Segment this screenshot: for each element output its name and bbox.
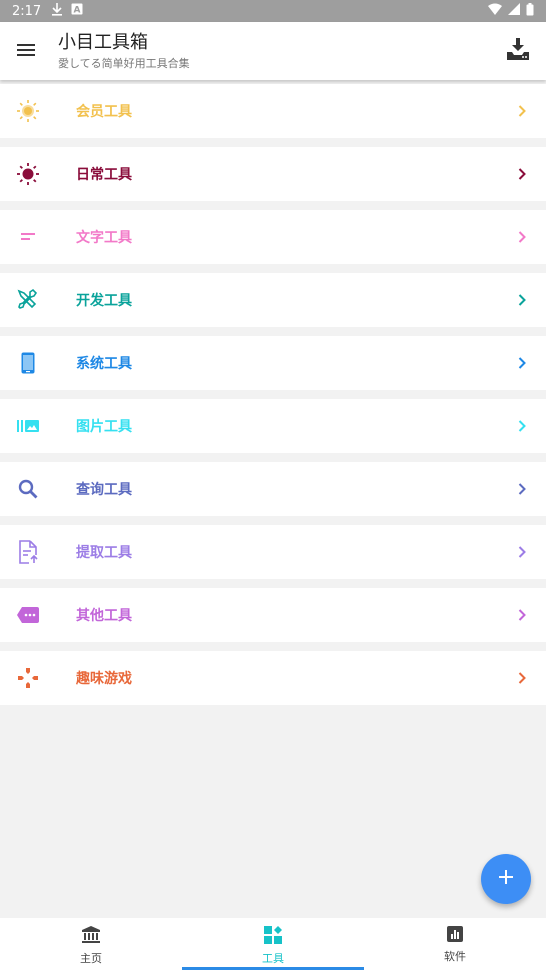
nav-label: 软件: [444, 950, 466, 963]
list-item-label: 会员工具: [76, 104, 132, 120]
chevron-right-icon: [518, 651, 526, 705]
download-status-icon: [51, 2, 63, 20]
wifi-icon: [488, 3, 502, 19]
chart-icon: [447, 926, 463, 946]
chevron-right-icon: [518, 273, 526, 327]
list-item-label: 查询工具: [76, 482, 132, 498]
short-text-icon: [0, 210, 56, 264]
nav-item-tools[interactable]: 工具: [182, 918, 364, 970]
list-item-text-tools[interactable]: 文字工具: [0, 210, 546, 264]
chevron-right-icon: [518, 84, 526, 138]
menu-button[interactable]: [0, 22, 52, 80]
list-item-label: 系统工具: [76, 356, 132, 372]
plus-icon: [498, 869, 514, 889]
svg-text:A: A: [74, 6, 81, 16]
list-item-daily-tools[interactable]: 日常工具: [0, 147, 546, 201]
list-item-label: 其他工具: [76, 608, 132, 624]
list-item-label: 开发工具: [76, 293, 132, 309]
chevron-right-icon: [518, 147, 526, 201]
sun-filled-icon: [0, 147, 56, 201]
nav-label: 工具: [262, 952, 284, 965]
list-item-system-tools[interactable]: 系统工具: [0, 336, 546, 390]
page-title: 小目工具箱: [58, 31, 148, 53]
list-item-query-tools[interactable]: 查询工具: [0, 462, 546, 516]
list-item-member-tools[interactable]: 会员工具: [0, 84, 546, 138]
sun-outline-icon: [0, 84, 56, 138]
bank-icon: [82, 926, 100, 948]
list-item-extract-tools[interactable]: 提取工具: [0, 525, 546, 579]
signal-icon: [508, 3, 520, 19]
tools-icon: [0, 273, 56, 327]
download-button[interactable]: [490, 22, 546, 80]
battery-icon: [526, 2, 534, 20]
file-upload-icon: [0, 525, 56, 579]
chevron-right-icon: [518, 588, 526, 642]
list-item-dev-tools[interactable]: 开发工具: [0, 273, 546, 327]
download-icon: [507, 38, 529, 64]
list-item-label: 文字工具: [76, 230, 132, 246]
chevron-right-icon: [518, 462, 526, 516]
chevron-right-icon: [518, 210, 526, 264]
label-more-icon: [0, 588, 56, 642]
tool-list: 会员工具 日常工具 文字工具 开发工具 系统工具 图片工具 查询工具 提取工具 …: [0, 84, 546, 714]
widgets-icon: [264, 926, 282, 948]
gamepad-icon: [0, 651, 56, 705]
add-button[interactable]: [481, 854, 531, 904]
chevron-right-icon: [518, 525, 526, 579]
nav-item-home[interactable]: 主页: [0, 918, 182, 970]
nav-label: 主页: [80, 952, 102, 965]
list-item-other-tools[interactable]: 其他工具: [0, 588, 546, 642]
notification-a-icon: A: [71, 3, 83, 19]
page-subtitle: 愛してる简单好用工具合集: [58, 56, 190, 70]
list-item-label: 提取工具: [76, 545, 132, 561]
list-item-fun-games[interactable]: 趣味游戏: [0, 651, 546, 705]
chevron-right-icon: [518, 336, 526, 390]
photo-library-icon: [0, 399, 56, 453]
list-item-image-tools[interactable]: 图片工具: [0, 399, 546, 453]
status-time: 2:17: [12, 3, 42, 19]
menu-icon: [17, 42, 35, 61]
list-item-label: 日常工具: [76, 167, 132, 183]
app-bar: 小目工具箱 愛してる简单好用工具合集: [0, 22, 546, 80]
status-bar: 2:17 A: [0, 0, 546, 22]
bottom-nav: 主页 工具 软件: [0, 918, 546, 970]
smartphone-icon: [0, 336, 56, 390]
nav-item-software[interactable]: 软件: [364, 918, 546, 970]
list-item-label: 趣味游戏: [76, 671, 132, 687]
search-icon: [0, 462, 56, 516]
list-item-label: 图片工具: [76, 419, 132, 435]
chevron-right-icon: [518, 399, 526, 453]
